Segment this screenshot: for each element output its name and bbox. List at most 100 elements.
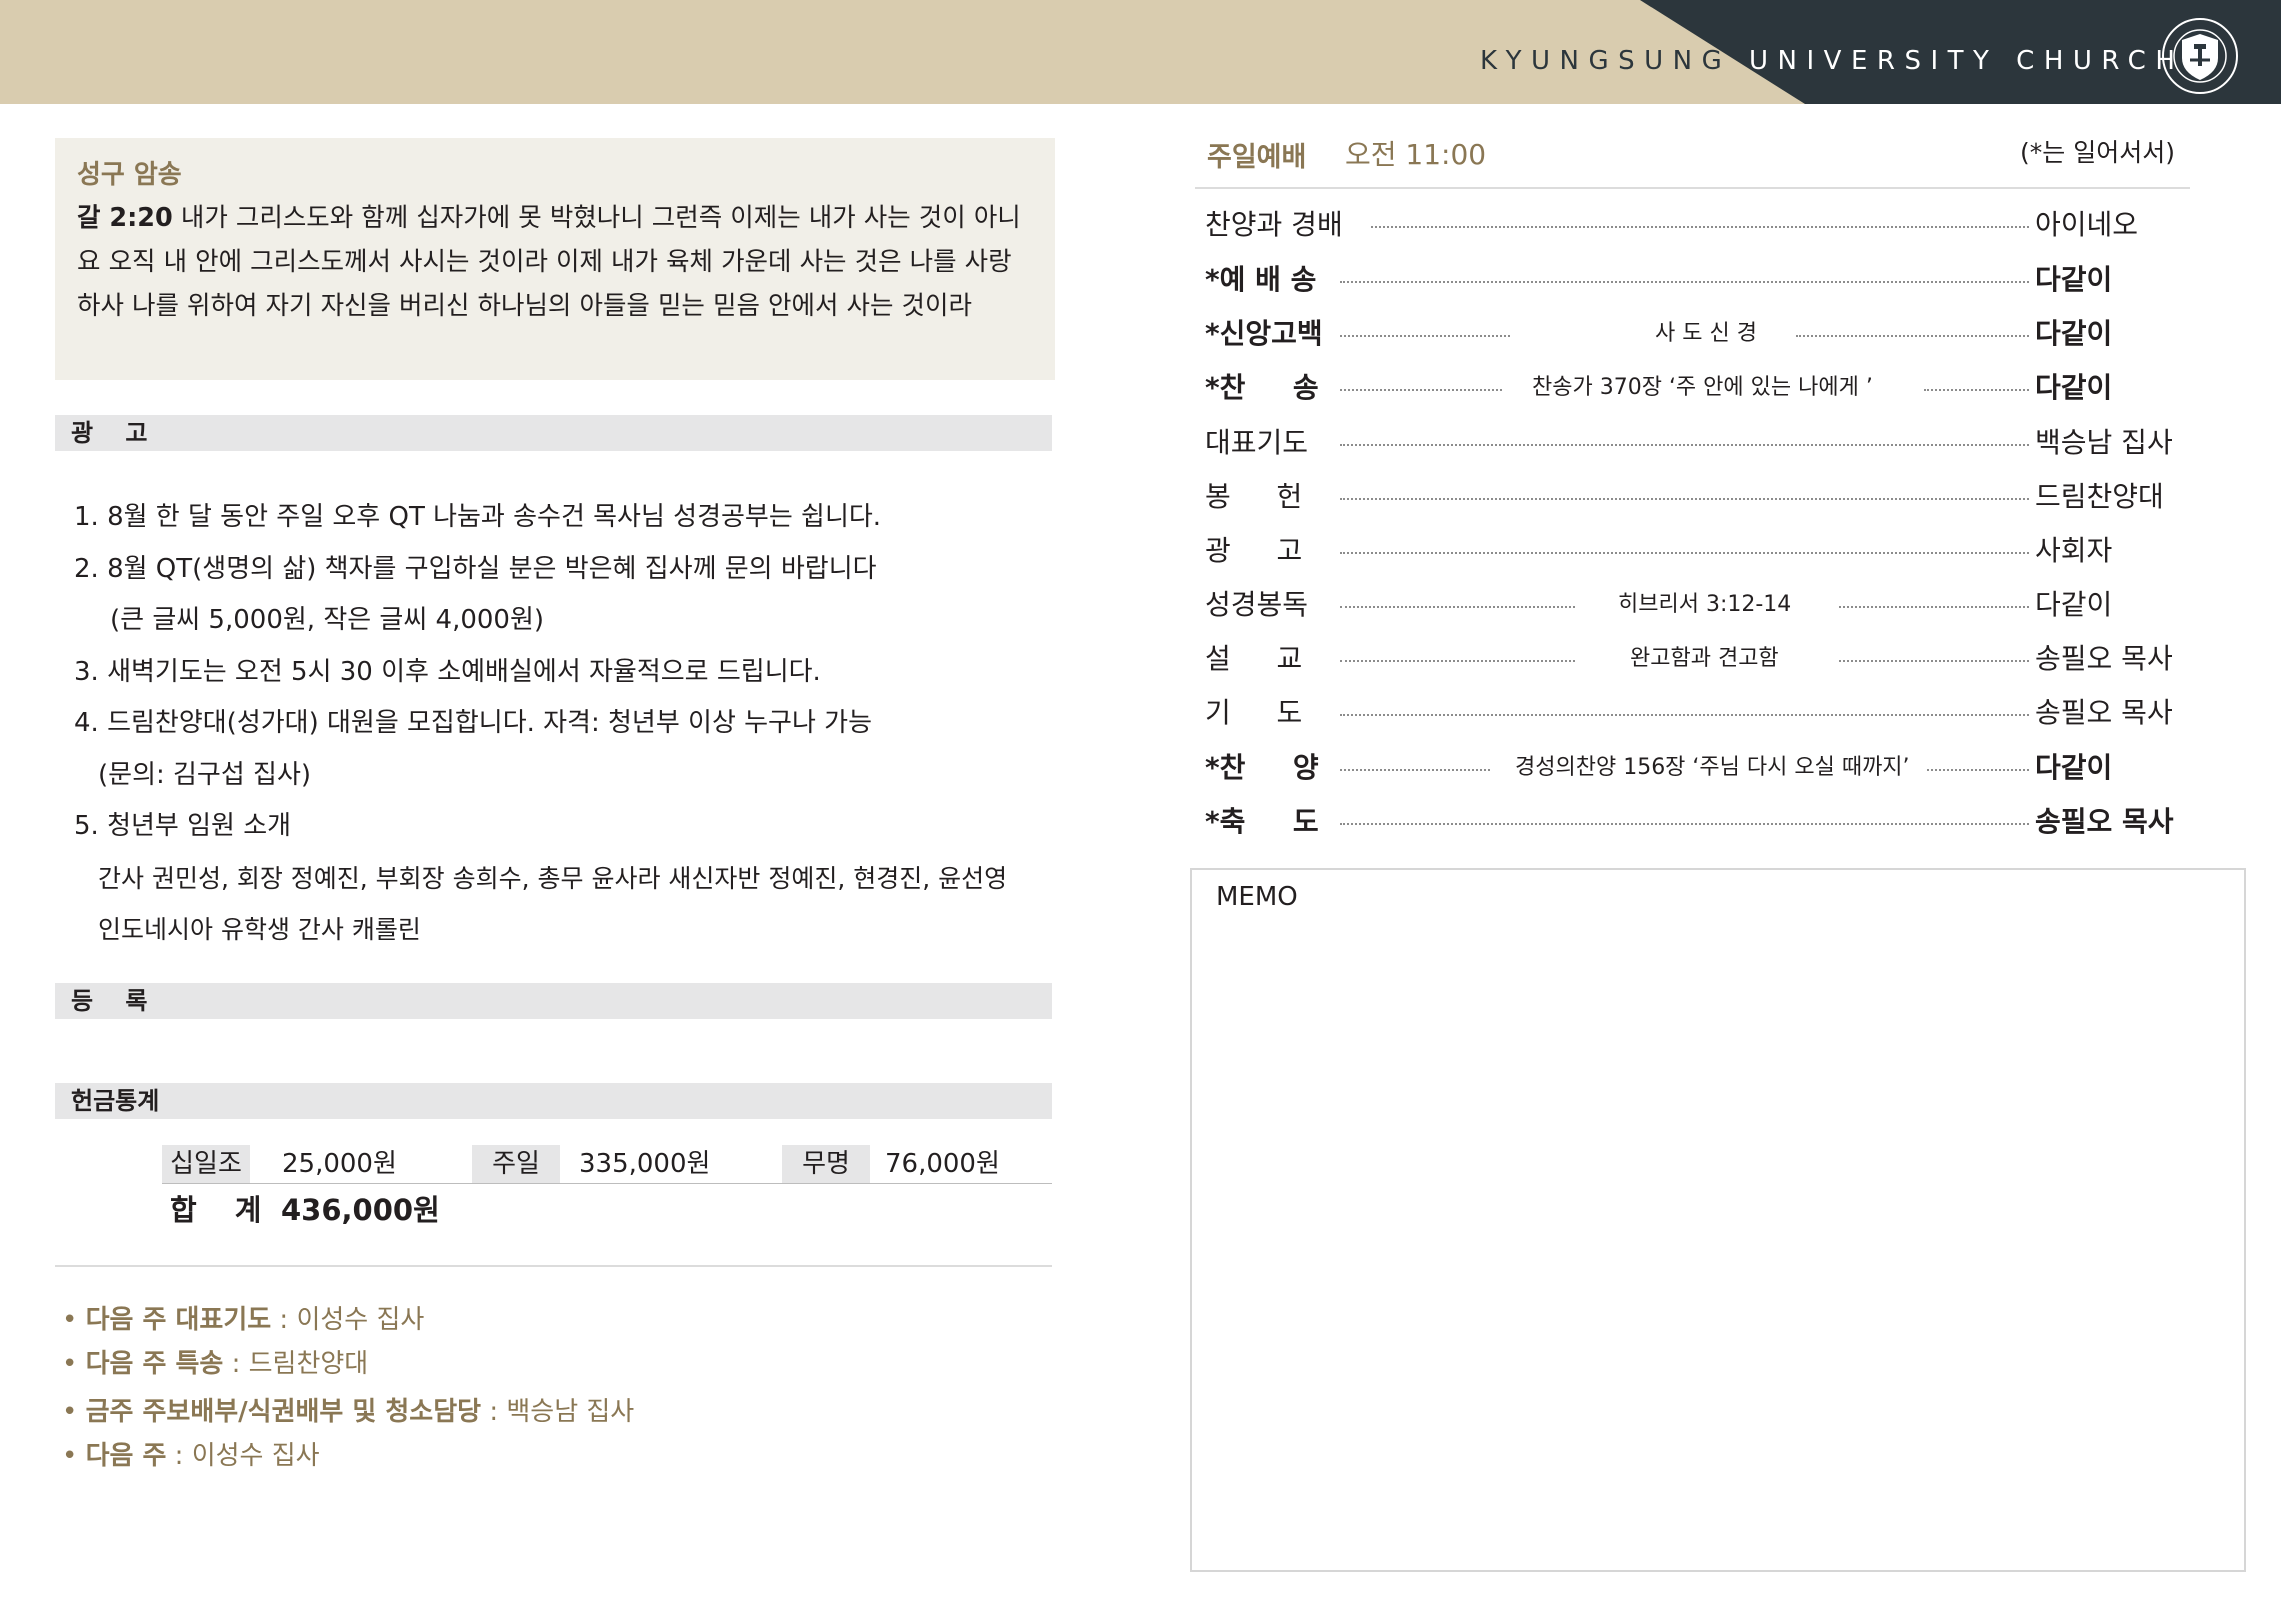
announcements-list: 1. 8월 한 달 동안 주일 오후 QT 나눔과 송수건 목사님 성경공부는 … [74, 492, 1064, 956]
order-leader: 다같이 [2035, 371, 2113, 404]
offering-label: 십일조 [162, 1145, 250, 1183]
memo-box [1190, 868, 2246, 1572]
order-label: 기 도 [1205, 696, 1303, 729]
notice-label: 다음 주 [85, 1441, 167, 1471]
service-name: 주일예배 [1207, 142, 1307, 173]
announcement-line: 3. 새벽기도는 오전 5시 30 이후 소예배실에서 자율적으로 드립니다. [74, 656, 821, 687]
order-row: 광 고 사회자 [1205, 531, 2185, 571]
announcement-line: 1. 8월 한 달 동안 주일 오후 QT 나눔과 송수건 목사님 성경공부는 … [74, 502, 882, 532]
notice-bullet: • [62, 1397, 86, 1427]
offering-amount: 25,000원 [282, 1149, 397, 1179]
notices-list: • 다음 주 대표기도 : 이성수 집사 • 다음 주 특송 : 드림찬양대 •… [62, 1298, 1052, 1478]
announcements-header: 광 고 [55, 415, 1052, 451]
order-leader: 송필오 목사 [2035, 696, 2173, 729]
announcement-line: 간사 권민성, 회장 정예진, 부회장 송희수, 총무 윤사라 새신자반 정예진… [98, 863, 1008, 893]
registration-title: 등 록 [71, 987, 148, 1015]
order-label: 봉 헌 [1205, 480, 1303, 513]
order-leader: 다같이 [2035, 751, 2113, 784]
announcement-line: (큰 글씨 5,000원, 작은 글씨 4,000원) [110, 605, 545, 635]
order-row: 대표기도 백승남 집사 [1205, 423, 2185, 463]
order-leader: 송필오 목사 [2035, 642, 2173, 675]
announcement-line: 5. 청년부 임원 소개 [74, 811, 292, 841]
offering-table: 십일조 25,000원 주일 335,000원 무명 76,000원 [162, 1145, 1052, 1184]
order-leader: 송필오 목사 [2035, 805, 2174, 838]
notice-item: • 금주 주보배부/식권배부 및 청소담당 : 백승남 집사 [62, 1390, 1052, 1434]
order-row: 찬양과 경배 아이네오 [1205, 205, 2185, 245]
notice-value: : 백승남 집사 [481, 1397, 635, 1427]
church-title-part1: KYUNGSUNG [1480, 46, 1750, 76]
order-detail: 경성의찬양 156장 ‘주님 다시 오실 때까지’ [1515, 755, 1910, 780]
order-leader: 아이네오 [2035, 208, 2139, 241]
order-label: *찬 양 [1205, 751, 1319, 784]
announcement-line: (문의: 김구섭 집사) [98, 759, 312, 790]
memory-verse-heading: 성구 암송 [77, 160, 182, 190]
order-leader: 다같이 [2035, 263, 2113, 296]
offering-amount: 76,000원 [885, 1149, 1000, 1179]
offering-label: 주일 [472, 1145, 560, 1183]
order-label: *예 배 송 [1205, 263, 1317, 296]
church-title: KYUNGSUNG UNIVERSITY CHURCH [1480, 46, 2175, 76]
dotted-leader [1340, 769, 1490, 771]
dotted-leader [1927, 769, 2029, 771]
notice-item: • 다음 주 : 이성수 집사 [62, 1434, 1052, 1478]
notice-label: 다음 주 특송 [85, 1349, 224, 1379]
announcements-title: 광 고 [71, 419, 148, 447]
order-row: *예 배 송 다같이 [1205, 260, 2185, 300]
order-label: 성경봉독 [1205, 588, 1309, 621]
order-detail: 찬송가 370장 ‘주 안에 있는 나에게 ’ [1532, 375, 1873, 400]
notice-label: 다음 주 대표기도 [85, 1305, 272, 1335]
order-label: *찬 송 [1205, 371, 1319, 404]
order-label: *축 도 [1205, 805, 1319, 838]
notice-bullet: • [62, 1305, 86, 1335]
memo-label: MEMO [1216, 882, 1298, 912]
offering-total-value: 436,000원 [281, 1193, 440, 1227]
notice-label: 금주 주보배부/식권배부 및 청소담당 [85, 1397, 482, 1427]
registration-header: 등 록 [55, 983, 1052, 1019]
order-leader: 백승남 집사 [2035, 426, 2173, 459]
order-leader: 다같이 [2035, 317, 2113, 350]
order-detail: 사 도 신 경 [1655, 321, 1757, 346]
offering-title: 헌금통계 [71, 1087, 160, 1115]
notice-value: : 이성수 집사 [166, 1441, 320, 1471]
notice-bullet: • [62, 1349, 86, 1379]
church-title-part2: UNIVERSITY CHURCH [1749, 46, 2185, 76]
order-row: *축 도 송필오 목사 [1205, 802, 2185, 842]
order-row: *찬 송 찬송가 370장 ‘주 안에 있는 나에게 ’ 다같이 [1205, 368, 2185, 408]
dotted-leader [1340, 714, 2029, 716]
verse-reference: 갈 2:20 [77, 203, 173, 233]
order-label: 찬양과 경배 [1205, 208, 1343, 241]
dotted-leader [1839, 660, 2029, 662]
order-label: 설 교 [1205, 642, 1303, 675]
notice-item: • 다음 주 대표기도 : 이성수 집사 [62, 1298, 1052, 1342]
order-row: 봉 헌 드림찬양대 [1205, 477, 2185, 517]
order-leader: 드림찬양대 [2035, 480, 2164, 513]
kyungsung-university-seal-icon [2160, 16, 2240, 96]
order-detail: 히브리서 3:12-14 [1618, 592, 1792, 617]
order-leader: 사회자 [2035, 534, 2113, 567]
divider [55, 1265, 1052, 1267]
dotted-leader [1924, 389, 2029, 391]
divider [1195, 187, 2190, 189]
announcement-line: 4. 드림찬양대(성가대) 대원을 모집합니다. 자격: 청년부 이상 누구나 … [74, 708, 872, 738]
offering-header: 헌금통계 [55, 1083, 1052, 1119]
service-time: 오전 11:00 [1345, 138, 1487, 171]
offering-label: 무명 [782, 1145, 870, 1183]
order-row: *신앙고백 사 도 신 경 다같이 [1205, 314, 2185, 354]
announcement-line: 2. 8월 QT(생명의 삶) 책자를 구입하실 분은 박은혜 집사께 문의 바… [74, 553, 877, 584]
dotted-leader [1796, 335, 2029, 337]
notice-value: : 드림찬양대 [223, 1349, 369, 1379]
dotted-leader [1340, 552, 2029, 554]
notice-bullet: • [62, 1441, 86, 1471]
notice-item: • 다음 주 특송 : 드림찬양대 [62, 1342, 1052, 1386]
order-detail: 완고함과 견고함 [1630, 646, 1779, 671]
notice-value: : 이성수 집사 [271, 1305, 425, 1335]
dotted-leader [1340, 335, 1510, 337]
dotted-leader [1340, 389, 1502, 391]
announcement-line: 인도네시아 유학생 간사 캐롤린 [98, 915, 421, 944]
order-label: 대표기도 [1205, 426, 1309, 459]
offering-amount: 335,000원 [579, 1149, 711, 1179]
order-row: 기 도 송필오 목사 [1205, 693, 2185, 733]
order-row: 성경봉독 히브리서 3:12-14 다같이 [1205, 585, 2185, 625]
offering-total-label: 합 계 [170, 1193, 276, 1227]
order-leader: 다같이 [2035, 588, 2113, 621]
